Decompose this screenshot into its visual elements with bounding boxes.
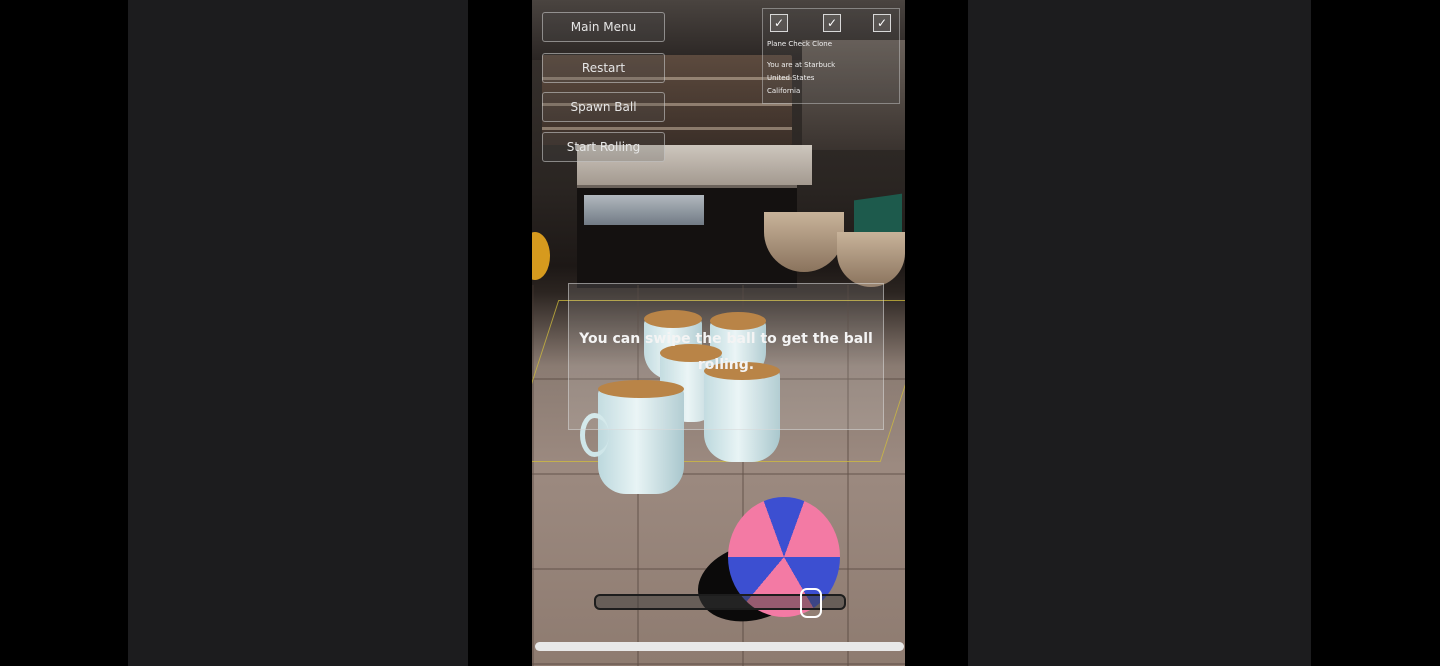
spawn-ball-button[interactable]: Spawn Ball: [542, 92, 665, 122]
power-slider-knob[interactable]: [799, 588, 822, 618]
status-line-country: United States: [767, 74, 815, 82]
status-line-state: California: [767, 87, 801, 95]
instruction-overlay: You can swipe the ball to get the ball r…: [568, 283, 884, 430]
right-side-panel: [968, 0, 1311, 666]
status-line-plane: Plane Check Clone: [767, 40, 833, 48]
checkbox-3[interactable]: ✓: [873, 14, 891, 32]
restart-button[interactable]: Restart: [542, 53, 665, 83]
merch-basket: [837, 232, 905, 287]
checkbox-1[interactable]: ✓: [770, 14, 788, 32]
display-case-glass: [584, 195, 704, 225]
main-menu-button[interactable]: Main Menu: [542, 12, 665, 42]
instruction-text: You can swipe the ball to get the ball r…: [579, 331, 873, 373]
status-line-location: You are at Starbuck: [767, 61, 836, 69]
home-indicator[interactable]: [535, 642, 904, 651]
ar-camera-view[interactable]: Main Menu Restart Spawn Ball Start Rolli…: [532, 0, 905, 666]
orange-decor: [532, 232, 550, 280]
shelf-line: [542, 127, 792, 130]
start-rolling-button[interactable]: Start Rolling: [542, 132, 665, 162]
left-side-panel: [128, 0, 468, 666]
checkbox-2[interactable]: ✓: [823, 14, 841, 32]
status-panel: ✓ ✓ ✓ Plane Check Clone You are at Starb…: [762, 8, 900, 104]
